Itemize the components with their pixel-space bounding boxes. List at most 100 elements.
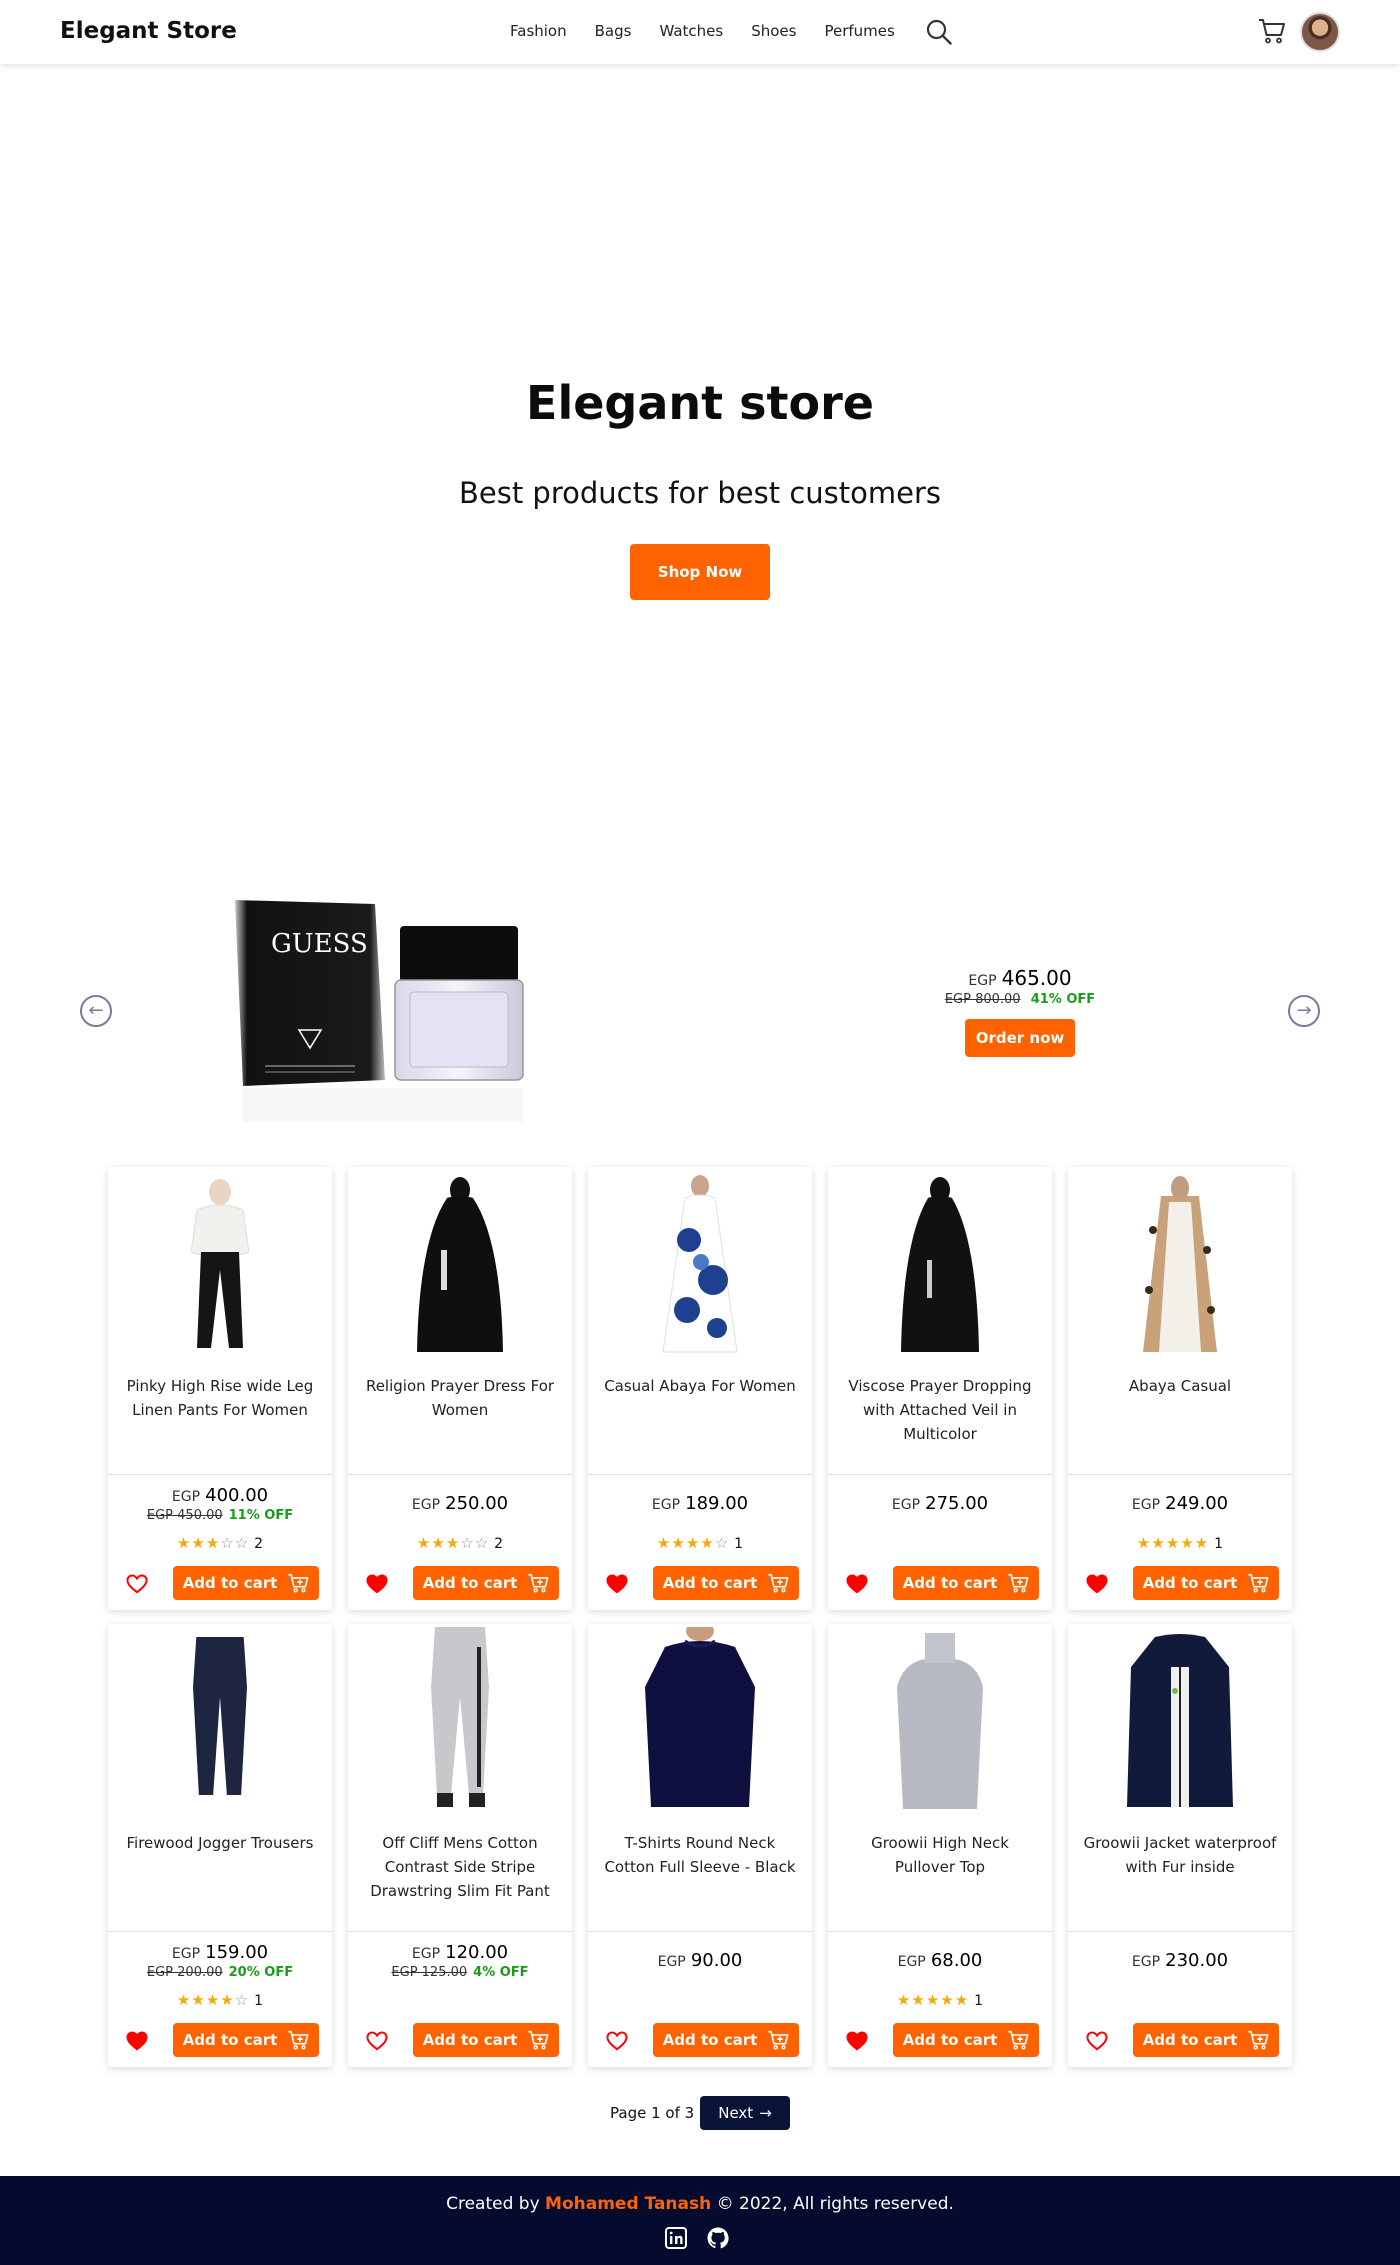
- card-divider: [108, 1931, 332, 1932]
- currency: EGP: [411, 1497, 441, 1513]
- product-image[interactable]: [865, 1627, 1015, 1817]
- shop-now-button[interactable]: Shop Now: [630, 544, 770, 600]
- heart-icon[interactable]: [606, 2031, 628, 2051]
- product-title[interactable]: T-Shirts Round Neck Cotton Full Sleeve -…: [602, 1831, 798, 1879]
- add-to-cart-button[interactable]: Add to cart: [1133, 1566, 1279, 1600]
- product-image[interactable]: [385, 1170, 535, 1360]
- product-card[interactable]: Casual Abaya For Women EGP 189.00 ★★★★☆ 1 Ad…: [588, 1167, 812, 1610]
- slider-prev-arrow-icon[interactable]: ←: [80, 995, 112, 1027]
- product-price: 68.00: [930, 1950, 983, 1971]
- add-cart-icon: [528, 2030, 549, 2050]
- github-icon[interactable]: [706, 2226, 730, 2250]
- card-divider: [588, 1474, 812, 1475]
- card-divider: [828, 1931, 1052, 1932]
- add-to-cart-button[interactable]: Add to cart: [653, 1566, 799, 1600]
- product-title[interactable]: Groowii High Neck Pullover Top: [842, 1831, 1038, 1879]
- product-grid: Pinky High Rise wide Leg Linen Pants For…: [108, 1167, 1292, 2067]
- add-cart-icon: [288, 2030, 309, 2050]
- price-block: EGP 68.00: [828, 1950, 1052, 1971]
- review-count: 1: [734, 1536, 744, 1552]
- product-card[interactable]: Abaya Casual EGP 249.00 ★★★★★ 1 Add to cart: [1068, 1167, 1292, 1610]
- product-image[interactable]: [1105, 1170, 1255, 1360]
- product-title[interactable]: Pinky High Rise wide Leg Linen Pants For…: [122, 1374, 318, 1422]
- heart-icon[interactable]: [366, 1574, 388, 1594]
- heart-icon[interactable]: [1086, 1574, 1108, 1594]
- add-to-cart-button[interactable]: Add to cart: [173, 2023, 319, 2057]
- product-title[interactable]: Off Cliff Mens Cotton Contrast Side Stri…: [362, 1831, 558, 1903]
- footer-credit: Created by Mohamed Tanash © 2022, All ri…: [0, 2194, 1400, 2214]
- product-price: 400.00: [205, 1485, 269, 1506]
- heart-icon[interactable]: [366, 2031, 388, 2051]
- product-card[interactable]: Off Cliff Mens Cotton Contrast Side Stri…: [348, 1624, 572, 2067]
- product-image[interactable]: [1105, 1627, 1255, 1817]
- user-avatar[interactable]: [1300, 12, 1340, 52]
- nav-link-watches[interactable]: Watches: [659, 22, 723, 40]
- cart-icon[interactable]: [1257, 16, 1287, 46]
- product-title[interactable]: Viscose Prayer Dropping with Attached Ve…: [842, 1374, 1038, 1446]
- heart-icon[interactable]: [846, 2031, 868, 2051]
- product-card[interactable]: Viscose Prayer Dropping with Attached Ve…: [828, 1167, 1052, 1610]
- add-to-cart-button[interactable]: Add to cart: [413, 1566, 559, 1600]
- order-now-button[interactable]: Order now: [965, 1019, 1075, 1057]
- slide-discount: 41% OFF: [1030, 992, 1096, 1007]
- star-icon: ★: [205, 1991, 221, 2009]
- add-to-cart-button[interactable]: Add to cart: [653, 2023, 799, 2057]
- product-title[interactable]: Firewood Jogger Trousers: [122, 1831, 318, 1855]
- product-title[interactable]: Religion Prayer Dress For Women: [362, 1374, 558, 1422]
- heart-icon[interactable]: [1086, 2031, 1108, 2051]
- review-count: 2: [494, 1536, 504, 1552]
- product-image[interactable]: [625, 1627, 775, 1817]
- product-card[interactable]: Firewood Jogger Trousers EGP 159.00 EGP 20…: [108, 1624, 332, 2067]
- product-image[interactable]: [625, 1170, 775, 1360]
- add-to-cart-button[interactable]: Add to cart: [413, 2023, 559, 2057]
- rating: ★★★★☆ 1: [588, 1534, 812, 1552]
- brand-logo[interactable]: Elegant Store: [60, 18, 237, 44]
- rating: ★★★★☆ 1: [108, 1991, 332, 2009]
- add-cart-icon: [1008, 2030, 1029, 2050]
- product-card[interactable]: Groowii Jacket waterproof with Fur insid…: [1068, 1624, 1292, 2067]
- product-price: 159.00: [205, 1942, 269, 1963]
- old-price: EGP 125.00: [391, 1965, 468, 1980]
- price-block: EGP 249.00: [1068, 1493, 1292, 1514]
- slider-next-arrow-icon[interactable]: →: [1288, 995, 1320, 1027]
- nav-link-shoes[interactable]: Shoes: [751, 22, 796, 40]
- review-count: 2: [254, 1536, 264, 1552]
- next-page-button[interactable]: Next →: [700, 2096, 790, 2130]
- review-count: 1: [254, 1993, 264, 2009]
- heart-icon[interactable]: [126, 2031, 148, 2051]
- nav-link-bags[interactable]: Bags: [595, 22, 632, 40]
- add-to-cart-button[interactable]: Add to cart: [1133, 2023, 1279, 2057]
- product-title[interactable]: Casual Abaya For Women: [602, 1374, 798, 1398]
- product-card[interactable]: Religion Prayer Dress For Women EGP 250.0…: [348, 1167, 572, 1610]
- product-card[interactable]: Pinky High Rise wide Leg Linen Pants For…: [108, 1167, 332, 1610]
- discount-badge: 20% OFF: [228, 1965, 294, 1980]
- slide-currency: EGP: [968, 973, 997, 989]
- add-cart-icon: [1248, 1573, 1269, 1593]
- product-image[interactable]: [865, 1170, 1015, 1360]
- heart-icon[interactable]: [126, 1574, 148, 1594]
- product-title[interactable]: Abaya Casual: [1082, 1374, 1278, 1398]
- add-to-cart-button[interactable]: Add to cart: [173, 1566, 319, 1600]
- nav-link-fashion[interactable]: Fashion: [510, 22, 567, 40]
- nav-link-perfumes[interactable]: Perfumes: [824, 22, 894, 40]
- heart-icon[interactable]: [846, 1574, 868, 1594]
- footer-prefix: Created by: [446, 2194, 540, 2214]
- add-to-cart-label: Add to cart: [902, 2031, 998, 2049]
- discount-badge: 11% OFF: [228, 1508, 294, 1523]
- heart-icon[interactable]: [606, 1574, 628, 1594]
- rating: ★★★★★ 1: [1068, 1534, 1292, 1552]
- slide-product-image[interactable]: GUESS: [225, 890, 535, 1130]
- currency: EGP: [171, 1946, 201, 1962]
- product-card[interactable]: Groowii High Neck Pullover Top EGP 68.00 ★…: [828, 1624, 1052, 2067]
- footer-author-link[interactable]: Mohamed Tanash: [545, 2194, 711, 2214]
- product-image[interactable]: [145, 1627, 295, 1817]
- product-title[interactable]: Groowii Jacket waterproof with Fur insid…: [1082, 1831, 1278, 1879]
- add-to-cart-button[interactable]: Add to cart: [893, 1566, 1039, 1600]
- product-image[interactable]: [145, 1170, 295, 1360]
- product-card[interactable]: T-Shirts Round Neck Cotton Full Sleeve -…: [588, 1624, 812, 2067]
- add-to-cart-button[interactable]: Add to cart: [893, 2023, 1039, 2057]
- product-image[interactable]: [385, 1627, 535, 1817]
- linkedin-icon[interactable]: [664, 2226, 688, 2250]
- search-icon[interactable]: [925, 18, 953, 46]
- star-icon: ★: [191, 1534, 206, 1552]
